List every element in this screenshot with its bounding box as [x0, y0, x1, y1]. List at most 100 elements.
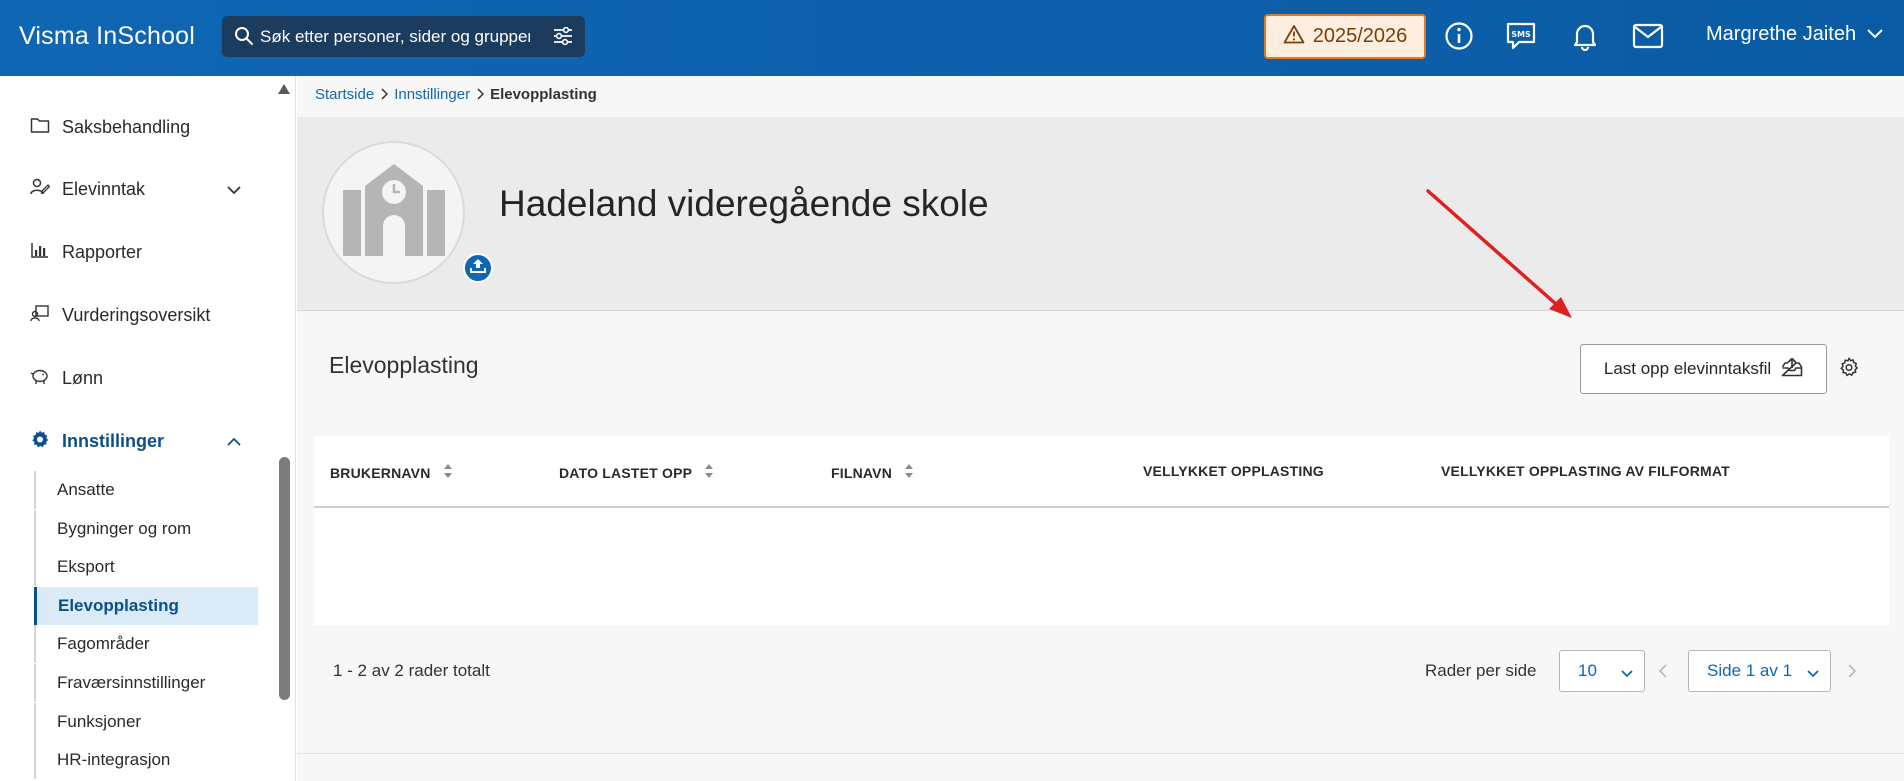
- breadcrumb: Startside Innstillinger Elevopplasting: [315, 86, 597, 103]
- column-header-vellykket-opplasting-av-filformat: VELLYKKET OPPLASTING AV FILFORMAT: [1441, 463, 1730, 479]
- sidebar-subitem-label: Eksport: [57, 557, 115, 576]
- user-edit-icon: [30, 178, 51, 201]
- sidebar-subitem-label: Elevopplasting: [58, 596, 179, 615]
- school-year-label: 2025/2026: [1312, 25, 1408, 47]
- sidebar-subitem-bygninger-og-rom[interactable]: Bygninger og rom: [34, 510, 258, 548]
- sort-icon: [704, 463, 714, 482]
- rows-total-label: 1 - 2 av 2 rader totalt: [333, 661, 490, 680]
- section-title: Elevopplasting: [329, 352, 479, 378]
- assessment-icon: [30, 304, 50, 327]
- school-name: Hadeland videregående skole: [499, 183, 989, 224]
- sidebar-item-label: Saksbehandling: [62, 117, 191, 137]
- upload-logo-button[interactable]: [463, 253, 493, 283]
- school-year-badge[interactable]: 2025/2026: [1264, 14, 1426, 59]
- column-header-label: FILNAVN: [831, 464, 893, 481]
- page-select-value: Side 1 av 1: [1707, 661, 1793, 680]
- annotation-arrow-icon: [1420, 185, 1580, 330]
- chevron-down-icon: [226, 179, 242, 200]
- table-header: BRUKERNAVN DATO LASTET OPP FILNAVN VELLY…: [314, 436, 1889, 508]
- sidebar-subitem-funksjoner[interactable]: Funksjoner: [34, 703, 258, 741]
- sidebar-subitem-fravaersinnstillinger[interactable]: Fraværsinnstillinger: [34, 664, 258, 702]
- sidebar-subitem-hr-integrasjon[interactable]: HR-integrasjon: [34, 741, 258, 779]
- sidebar-item-innstillinger[interactable]: Innstillinger: [30, 429, 241, 454]
- previous-page-icon[interactable]: [1658, 663, 1668, 684]
- user-name: Margrethe Jaiteh: [1706, 23, 1857, 45]
- mail-icon[interactable]: [1630, 18, 1666, 54]
- sidebar-subitem-label: Funksjoner: [57, 712, 142, 731]
- column-header-filnavn[interactable]: FILNAVN: [831, 463, 914, 482]
- folder-icon: [30, 116, 50, 139]
- sidebar-subitem-ansatte[interactable]: Ansatte: [34, 471, 258, 509]
- chevron-down-icon: [1620, 664, 1634, 684]
- sidebar-item-vurderingsoversikt[interactable]: Vurderingsoversikt: [30, 304, 210, 327]
- sidebar-item-rapporter[interactable]: Rapporter: [30, 241, 142, 264]
- gear-icon: [1839, 356, 1859, 382]
- chevron-right-icon: [476, 87, 485, 103]
- warning-icon: [1283, 24, 1305, 50]
- sidebar-subitem-label: Bygninger og rom: [57, 519, 192, 538]
- chevron-up-icon: [226, 431, 242, 452]
- upload-history-table: BRUKERNAVN DATO LASTET OPP FILNAVN VELLY…: [314, 436, 1889, 625]
- sidebar-subitem-label: Fagområder: [57, 634, 150, 653]
- sort-icon: [904, 463, 914, 482]
- sidebar-subitem-label: HR-integrasjon: [57, 750, 171, 769]
- sidebar-subitem-label: Fraværsinnstillinger: [57, 673, 206, 692]
- bar-chart-icon: [30, 241, 50, 264]
- breadcrumb-parent[interactable]: Innstillinger: [394, 86, 470, 103]
- chevron-right-icon: [380, 87, 389, 103]
- sidebar-item-label: Innstillinger: [62, 431, 165, 451]
- school-header: Hadeland videregående skole: [297, 117, 1904, 311]
- chevron-down-icon: [1806, 664, 1820, 684]
- chevron-down-icon: [1866, 23, 1884, 46]
- scroll-up-arrow-icon[interactable]: [278, 84, 290, 94]
- svg-text:SMS: SMS: [1511, 30, 1531, 39]
- sidebar-item-label: Elevinntak: [62, 179, 146, 199]
- main-content: Startside Innstillinger Elevopplasting H…: [297, 76, 1904, 781]
- next-page-icon[interactable]: [1847, 663, 1857, 684]
- search-input[interactable]: [260, 16, 530, 57]
- sidebar-scrollbar[interactable]: [279, 457, 290, 700]
- global-search: [222, 16, 585, 57]
- filter-sliders-icon[interactable]: [553, 26, 573, 50]
- inbox-upload-icon: [1781, 357, 1803, 382]
- top-bar: Visma InSchool 2025/2026 SMS Margrethe J…: [0, 0, 1904, 76]
- column-header-label: DATO LASTET OPP: [559, 464, 693, 481]
- gear-icon: [30, 429, 50, 454]
- upload-icon: [469, 257, 487, 280]
- upload-button-label: Last opp elevinntaksfil: [1603, 359, 1772, 378]
- column-header-label: VELLYKKET OPPLASTING: [1143, 463, 1324, 479]
- piggy-bank-icon: [30, 367, 50, 390]
- table-settings-button[interactable]: [1837, 356, 1861, 382]
- table-pagination: 1 - 2 av 2 rader totalt Rader per side 1…: [297, 625, 1904, 754]
- info-icon[interactable]: [1441, 18, 1477, 54]
- bell-icon[interactable]: [1567, 18, 1603, 54]
- sidebar-subitem-eksport[interactable]: Eksport: [34, 548, 258, 586]
- column-header-label: VELLYKKET OPPLASTING AV FILFORMAT: [1441, 463, 1730, 479]
- sidebar-item-saksbehandling[interactable]: Saksbehandling: [30, 116, 190, 139]
- upload-student-intake-file-button[interactable]: Last opp elevinntaksfil: [1580, 344, 1827, 394]
- search-icon: [234, 26, 254, 51]
- sidebar-item-label: Lønn: [62, 368, 104, 388]
- page-select[interactable]: Side 1 av 1: [1688, 650, 1831, 692]
- user-menu[interactable]: Margrethe Jaiteh: [1706, 23, 1884, 46]
- sidebar-subitem-label: Ansatte: [57, 480, 115, 499]
- school-building-icon: [339, 160, 449, 265]
- column-header-dato-lastet-opp[interactable]: DATO LASTET OPP: [559, 463, 714, 482]
- breadcrumb-current: Elevopplasting: [490, 86, 597, 103]
- sidebar-subitem-fagomrader[interactable]: Fagområder: [34, 625, 258, 663]
- sidebar-item-label: Vurderingsoversikt: [62, 305, 211, 325]
- sidebar-item-elevinntak[interactable]: Elevinntak: [30, 178, 241, 201]
- sidebar-item-lonn[interactable]: Lønn: [30, 367, 103, 390]
- school-logo: [322, 141, 465, 284]
- app-title[interactable]: Visma InSchool: [19, 22, 195, 51]
- sidebar-item-label: Rapporter: [62, 242, 143, 262]
- column-header-brukernavn[interactable]: BRUKERNAVN: [330, 463, 453, 482]
- rows-per-page-value: 10: [1578, 661, 1597, 680]
- column-header-vellykket-opplasting: VELLYKKET OPPLASTING: [1143, 463, 1324, 479]
- sms-icon[interactable]: SMS: [1503, 18, 1539, 54]
- rows-per-page-select[interactable]: 10: [1559, 650, 1645, 692]
- breadcrumb-home[interactable]: Startside: [315, 86, 374, 103]
- sidebar: Saksbehandling Elevinntak Rapporter Vurd…: [0, 76, 296, 781]
- sidebar-subitem-elevopplasting[interactable]: Elevopplasting: [34, 587, 258, 625]
- sort-icon: [443, 463, 453, 482]
